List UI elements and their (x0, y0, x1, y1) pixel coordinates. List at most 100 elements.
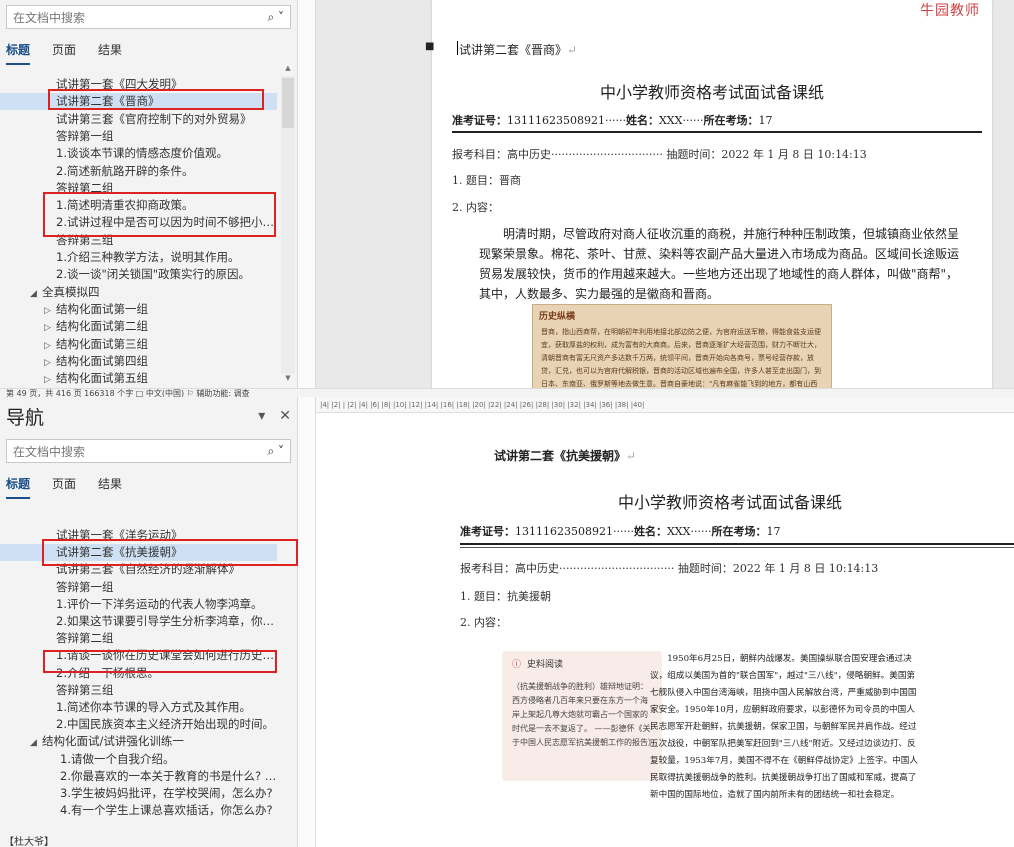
expand-arrow-icon[interactable]: ▷ (44, 320, 56, 335)
nav-heading-label: 答辩第一组 (56, 128, 114, 143)
collapse-arrow-icon[interactable]: ◢ (30, 286, 42, 301)
scroll-down-icon[interactable]: ▼ (281, 374, 295, 386)
nav-heading-item[interactable]: 答辩第一组 (0, 128, 277, 145)
subject-line: 报考科目：高中历史·······························… (460, 562, 879, 575)
nav-heading-item[interactable]: 2.中国民族资本主义经济开始出现的时间。 (0, 716, 277, 733)
scroll-thumb[interactable] (282, 78, 294, 128)
document-page: |4| |2| | |2| |4| |6| |8| |10| |12| |14|… (316, 397, 1014, 847)
tab-headings[interactable]: 标题 (6, 475, 31, 499)
expand-arrow-icon[interactable]: ▷ (44, 338, 56, 353)
nav-heading-label: 结构化面试/试讲强化训练一 (42, 734, 184, 749)
nav-heading-label: 答辩第二组 (56, 631, 114, 646)
nav-heading-item[interactable]: 试讲第三套《官府控制下的对外贸易》 (0, 111, 277, 128)
nav-heading-item[interactable]: 1.谈谈本节课的情感态度价值观。 (0, 145, 277, 162)
close-icon[interactable]: ✕ (279, 408, 291, 424)
expand-arrow-icon[interactable]: ▷ (44, 372, 56, 387)
navigation-pane: 导航 ▾ ✕ 在文档中搜索 ⌕ ˅ 标题 页面 结果 试讲第一套《洋务运动》 试讲… (0, 397, 298, 847)
nav-scrollbar[interactable]: ▲ ▼ (281, 64, 295, 386)
nav-heading-item[interactable]: 1.简述你本节课的导入方式及其作用。 (0, 699, 277, 716)
candidate-info: 准考证号：13111623508921······姓名：XXX······所在考… (460, 525, 781, 538)
nav-heading-item[interactable]: 1.请做一个自我介绍。 (0, 751, 277, 768)
nav-heading-label: 结构化面试第二组 (56, 319, 148, 334)
nav-heading-item[interactable]: ▷ 结构化面试第一组 (0, 301, 277, 318)
tab-headings[interactable]: 标题 (6, 41, 31, 65)
tab-pages[interactable]: 页面 (52, 41, 76, 65)
bottom-word-window: 导航 ▾ ✕ 在文档中搜索 ⌕ ˅ 标题 页面 结果 试讲第一套《洋务运动》 试讲… (0, 397, 1014, 847)
tab-results[interactable]: 结果 (98, 475, 122, 499)
document-page: 牛园教师 ■ 试讲第二套《晋商》↵ 中小学教师资格考试面试备课纸 准考证号：131… (425, 0, 992, 397)
info-icon: ⓘ (512, 660, 522, 670)
nav-heading-item[interactable]: ▷ 结构化面试第三组 (0, 336, 277, 353)
search-icon[interactable]: ⌕ ˅ (267, 444, 284, 459)
brand-logo: 牛园教师 (920, 3, 980, 19)
content-label: 2. 内容： (452, 201, 499, 214)
content-label: 2. 内容： (460, 616, 507, 629)
document-area: 牛园教师 ■ 试讲第二套《晋商》↵ 中小学教师资格考试面试备课纸 准考证号：131… (316, 0, 1014, 397)
topic-line: 1. 题目：晋商 (452, 174, 521, 187)
nav-heading-label: 答辩第三组 (56, 682, 114, 697)
tab-results[interactable]: 结果 (98, 41, 122, 65)
nav-heading-label: 1.介绍三种教学方法，说明其作用。 (56, 250, 240, 264)
nav-heading-label: 1.谈谈本节课的情感态度价值观。 (56, 146, 228, 161)
nav-heading-label: 2.如果这节课要引导学生分析李鸿章，你会如... (56, 614, 277, 628)
search-placeholder: 在文档中搜索 (13, 10, 86, 25)
highlight-box (48, 89, 264, 110)
nav-heading-item[interactable]: ▷ 结构化面试第四组 (0, 353, 277, 370)
content-paragraph: 明清时期，尽管政府对商人征收沉重的商税，并施行种种压制政策，但城镇商业依然呈现繁… (479, 227, 960, 301)
navigation-pane: 在文档中搜索 ⌕ ˅ 标题 页面 结果 试讲第一套《四大发明》 试讲第二套《晋商》… (0, 0, 298, 397)
scroll-up-icon[interactable]: ▲ (281, 64, 295, 76)
rule (452, 131, 982, 133)
highlight-box (43, 650, 277, 673)
nav-heading-label: 4.有一个学生上课总喜欢插话，你怎么办? (60, 803, 273, 818)
nav-heading-item[interactable]: ▷ 结构化面试第五组 (0, 370, 277, 387)
chevron-down-icon[interactable]: ▾ (258, 408, 265, 424)
nav-heading-item[interactable]: 2.谈一谈"闭关锁国"政策实行的原因。 (0, 266, 277, 283)
source-reading-box: ⓘ 史料阅读 （抗美援朝战争的胜利）雄辩地证明：西方侵略者几百年来只要在东方一个海… (502, 651, 662, 781)
nav-heading-label: 1.评价一下洋务运动的代表人物李鸿章。 (56, 596, 263, 611)
source-reading-text: （抗美援朝战争的胜利）雄辩地证明：西方侵略者几百年来只要在东方一个海岸上架起几尊… (512, 682, 656, 747)
nav-heading-item[interactable]: 答辩第三组 (0, 682, 277, 699)
horizontal-ruler: |4| |2| | |2| |4| |6| |8| |10| |12| |14|… (316, 397, 1014, 413)
vertical-ruler (298, 397, 316, 847)
vertical-ruler (298, 0, 316, 397)
nav-heading-item[interactable]: 1.介绍三种教学方法，说明其作用。 (0, 249, 277, 266)
nav-heading-item[interactable]: 答辩第一组 (0, 579, 277, 596)
nav-heading-label: 2.你最喜欢的一本关于教育的书是什么? 对... (60, 768, 277, 783)
expand-arrow-icon[interactable]: ▷ (44, 355, 56, 370)
nav-heading-item[interactable]: 答辩第二组 (0, 630, 277, 647)
nav-heading-item[interactable]: ◢ 结构化面试/试讲强化训练一 (0, 733, 277, 750)
top-word-window: 在文档中搜索 ⌕ ˅ 标题 页面 结果 试讲第一套《四大发明》 试讲第二套《晋商》… (0, 0, 1014, 397)
search-input[interactable]: 在文档中搜索 ⌕ ˅ (6, 5, 291, 29)
nav-heading-item[interactable]: ◢ 全真模拟四 (0, 284, 277, 301)
tab-pages[interactable]: 页面 (52, 475, 76, 499)
search-placeholder: 在文档中搜索 (13, 444, 86, 459)
nav-heading-item[interactable]: 2.简述新航路开辟的条件。 (0, 163, 277, 180)
nav-heading-item[interactable]: ▷ 结构化面试第二组 (0, 318, 277, 335)
nav-heading-label: 结构化面试第一组 (56, 301, 148, 316)
nav-heading-item[interactable]: 3.学生被妈妈批评，在学校哭闹，怎么办? (0, 785, 277, 802)
nav-heading-item[interactable]: 2.如果这节课要引导学生分析李鸿章，你会如... (0, 613, 277, 630)
expand-arrow-icon[interactable]: ▷ (44, 303, 56, 318)
nav-heading-item[interactable]: 2.你最喜欢的一本关于教育的书是什么? 对... (0, 768, 277, 785)
nav-heading-label: 3.学生被妈妈批评，在学校哭闹，怎么办? (60, 786, 273, 800)
essay-paragraph: 1950年6月25日，朝鲜内战爆发。美国操纵联合国安理会通过决议，组成以美国为首… (650, 654, 918, 800)
search-input[interactable]: 在文档中搜索 ⌕ ˅ (6, 439, 291, 463)
nav-heading-item[interactable]: 4.有一个学生上课总喜欢插话，你怎么办? (0, 802, 277, 819)
nav-header: 导航 ▾ ✕ (0, 397, 297, 435)
doc-title: 中小学教师资格考试面试备课纸 (599, 83, 824, 102)
doc-heading: ■ 试讲第二套《晋商》↵ (425, 41, 578, 57)
topic-line: 1. 题目：抗美援朝 (460, 590, 551, 603)
document-area: |4| |2| | |2| |4| |6| |8| |10| |12| |14|… (316, 397, 1014, 847)
collapse-arrow-icon[interactable]: ◢ (30, 735, 42, 750)
search-icon[interactable]: ⌕ ˅ (267, 10, 284, 25)
nav-heading-label: 结构化面试第四组 (56, 353, 148, 368)
nav-heading-label: 2.中国民族资本主义经济开始出现的时间。 (56, 717, 274, 732)
nav-heading-item[interactable]: 1.评价一下洋务运动的代表人物李鸿章。 (0, 596, 277, 613)
status-footer: 【杜大爷】 (4, 837, 54, 847)
highlight-box (43, 192, 276, 237)
nav-heading-label: 2.谈一谈"闭关锁国"政策实行的原因。 (56, 267, 251, 282)
history-box-title: 历史纵横 (539, 312, 576, 322)
nav-heading-label: 试讲第三套《官府控制下的对外贸易》 (56, 111, 252, 126)
highlight-box (42, 539, 298, 566)
nav-heading-label: 结构化面试第三组 (56, 336, 148, 351)
